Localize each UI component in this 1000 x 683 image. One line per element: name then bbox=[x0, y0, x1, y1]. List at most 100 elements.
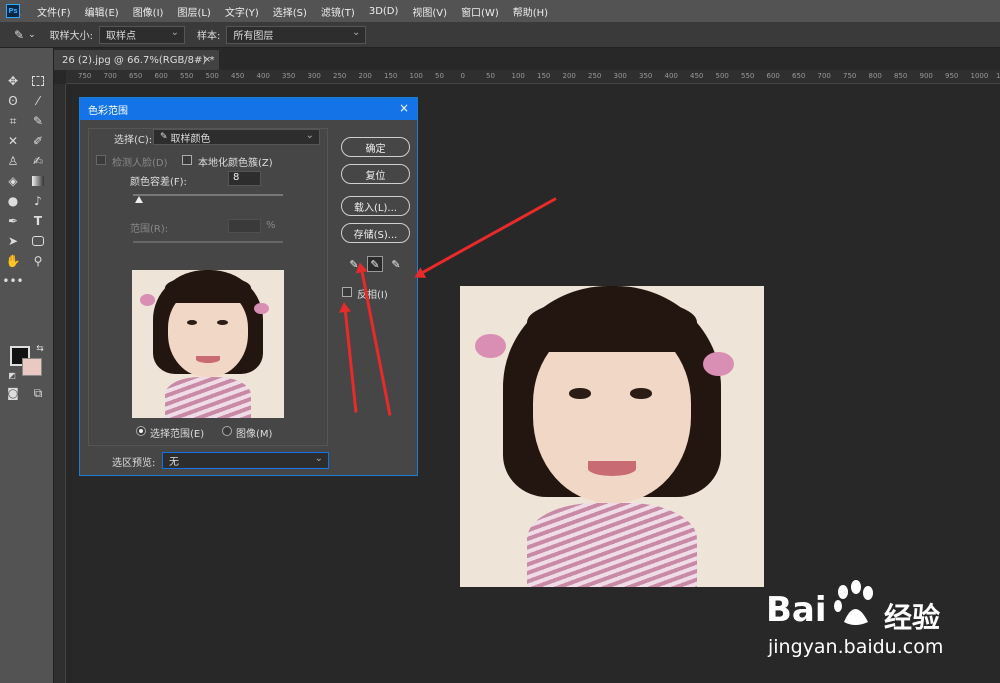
fuzziness-slider-thumb[interactable] bbox=[135, 196, 143, 203]
menu-image[interactable]: 图像(I) bbox=[126, 4, 171, 19]
shape-tool-icon[interactable] bbox=[28, 232, 48, 250]
more-tools-icon[interactable]: ••• bbox=[2, 272, 23, 290]
selection-radio-label: 选择范围(E) bbox=[150, 429, 205, 440]
ruler-tick-label: 650 bbox=[129, 72, 143, 80]
detect-faces-label: 检测人脸(D) bbox=[112, 158, 168, 169]
ruler-tick-label: 400 bbox=[664, 72, 678, 80]
zoom-tool-icon[interactable]: ⚲ bbox=[28, 252, 48, 270]
menu-view[interactable]: 视图(V) bbox=[405, 4, 454, 19]
ruler-tick-label: 950 bbox=[945, 72, 959, 80]
image-radio[interactable] bbox=[222, 426, 232, 436]
pen-tool-icon[interactable]: ✒ bbox=[3, 212, 23, 230]
select-label: 选择(C): bbox=[114, 135, 153, 146]
ruler-tick-label: 0 bbox=[460, 72, 465, 80]
menu-help[interactable]: 帮助(H) bbox=[506, 4, 555, 19]
ruler-tick-label: 800 bbox=[868, 72, 882, 80]
ruler-tick-label: 200 bbox=[562, 72, 576, 80]
ruler-tick-label: 150 bbox=[384, 72, 398, 80]
close-icon[interactable]: × bbox=[399, 101, 409, 115]
add-to-sample-eyedropper-icon[interactable]: ✎ bbox=[367, 256, 383, 272]
ruler-tick-label: 750 bbox=[843, 72, 857, 80]
menu-file[interactable]: 文件(F) bbox=[30, 4, 78, 19]
document-tab-bar: 26 (2).jpg @ 66.7%(RGB/8#) * × bbox=[54, 48, 1000, 70]
gradient-tool-icon[interactable] bbox=[28, 172, 48, 190]
fuzziness-slider-track[interactable] bbox=[133, 194, 283, 196]
ruler-tick-label: 500 bbox=[715, 72, 729, 80]
dialog-title: 色彩范围 bbox=[88, 105, 128, 117]
eyedropper-tool-icon[interactable]: ✎ bbox=[14, 28, 24, 42]
select-dropdown[interactable]: ✎ 取样颜色 bbox=[153, 129, 320, 145]
document-tab[interactable]: 26 (2).jpg @ 66.7%(RGB/8#) * × bbox=[54, 50, 219, 70]
localized-color-checkbox[interactable] bbox=[182, 155, 192, 165]
dialog-title-bar: 色彩范围 × bbox=[80, 98, 417, 120]
history-brush-icon[interactable]: ✍ bbox=[28, 152, 48, 170]
blur-tool-icon[interactable]: ● bbox=[3, 192, 23, 210]
marquee-tool-icon[interactable] bbox=[28, 72, 48, 90]
dodge-tool-icon[interactable]: ♪ bbox=[28, 192, 48, 210]
eyedropper-tool-icon[interactable]: ✎ bbox=[28, 112, 48, 130]
load-button[interactable]: 载入(L)... bbox=[341, 196, 410, 216]
brush-tool-icon[interactable]: ✐ bbox=[28, 132, 48, 150]
menu-bar: Ps 文件(F) 编辑(E) 图像(I) 图层(L) 文字(Y) 选择(S) 滤… bbox=[0, 0, 1000, 22]
invert-label: 反相(I) bbox=[357, 290, 388, 301]
swap-colors-icon[interactable]: ⇆ bbox=[30, 340, 50, 358]
default-colors-icon[interactable]: ◩ bbox=[2, 366, 22, 384]
crop-tool-icon[interactable]: ⌗ bbox=[3, 112, 23, 130]
ruler-tick-label: 300 bbox=[613, 72, 627, 80]
range-slider-track[interactable] bbox=[133, 241, 283, 243]
menu-layer[interactable]: 图层(L) bbox=[170, 4, 217, 19]
background-color-swatch[interactable] bbox=[22, 358, 42, 376]
path-select-tool-icon[interactable]: ➤ bbox=[3, 232, 23, 250]
selection-preview-label: 选区预览: bbox=[112, 458, 156, 469]
menu-edit[interactable]: 编辑(E) bbox=[78, 4, 126, 19]
selection-preview-select[interactable]: 无 bbox=[162, 452, 329, 469]
fuzziness-value: 8 bbox=[233, 172, 240, 183]
detect-faces-checkbox[interactable] bbox=[96, 155, 106, 165]
lasso-tool-icon[interactable]: ʘ bbox=[3, 92, 23, 110]
watermark-brand-right: 经验 bbox=[884, 601, 941, 634]
watermark-url: jingyan.baidu.com bbox=[768, 636, 944, 658]
options-bar: ✎ ⌄ 取样大小: 取样点 样本: 所有图层 bbox=[0, 22, 1000, 48]
document-tab-title: 26 (2).jpg @ 66.7%(RGB/8#) * bbox=[62, 54, 215, 66]
subtract-from-sample-eyedropper-icon[interactable]: ✎ bbox=[388, 256, 404, 272]
ruler-tick-label: 250 bbox=[588, 72, 602, 80]
menu-3d[interactable]: 3D(D) bbox=[362, 6, 406, 17]
invert-checkbox[interactable] bbox=[342, 287, 352, 297]
type-tool-icon[interactable]: T bbox=[28, 212, 48, 230]
ruler-tick-label: 450 bbox=[231, 72, 245, 80]
close-tab-icon[interactable]: × bbox=[203, 55, 211, 65]
ok-button[interactable]: 确定 bbox=[341, 137, 410, 157]
tool-preset-chevron-icon[interactable]: ⌄ bbox=[28, 30, 36, 40]
screen-mode-icon[interactable]: ⧉ bbox=[28, 384, 48, 402]
ruler-tick-label: 200 bbox=[358, 72, 372, 80]
range-unit: % bbox=[266, 220, 276, 231]
reset-button[interactable]: 复位 bbox=[341, 164, 410, 184]
magic-wand-tool-icon[interactable]: ⁄ bbox=[28, 92, 48, 110]
sample-size-select[interactable]: 取样点 bbox=[98, 25, 185, 44]
sample-select[interactable]: 所有图层 bbox=[226, 25, 367, 44]
ruler-tick-label: 500 bbox=[205, 72, 219, 80]
save-button[interactable]: 存储(S)... bbox=[341, 223, 410, 243]
menu-filter[interactable]: 滤镜(T) bbox=[314, 4, 362, 19]
ruler-tick-label: 700 bbox=[817, 72, 831, 80]
baidu-paw-logo bbox=[834, 580, 873, 625]
selection-radio[interactable] bbox=[136, 426, 146, 436]
move-tool-icon[interactable]: ✥ bbox=[3, 72, 23, 90]
menu-select[interactable]: 选择(S) bbox=[266, 4, 314, 19]
select-value: 取样颜色 bbox=[170, 133, 211, 145]
horizontal-ruler: 750 700 650 600 550 500 450 400 350 300 250 200 150 1… bbox=[66, 70, 1000, 84]
range-input[interactable] bbox=[228, 219, 261, 233]
sample-size-label: 取样大小: bbox=[49, 31, 93, 42]
menu-type[interactable]: 文字(Y) bbox=[218, 4, 266, 19]
ruler-tick-label: 600 bbox=[154, 72, 168, 80]
quick-mask-icon[interactable]: ◙ bbox=[3, 384, 23, 402]
stamp-tool-icon[interactable]: ♙ bbox=[3, 152, 23, 170]
canvas-image bbox=[460, 286, 764, 587]
hand-tool-icon[interactable]: ✋ bbox=[3, 252, 23, 270]
fuzziness-input[interactable]: 8 bbox=[228, 171, 261, 186]
healing-tool-icon[interactable]: ✕ bbox=[3, 132, 23, 150]
ruler-tick-label: 400 bbox=[256, 72, 270, 80]
eraser-tool-icon[interactable]: ◈ bbox=[3, 172, 23, 190]
menu-window[interactable]: 窗口(W) bbox=[454, 4, 506, 19]
eyedropper-icon: ✎ bbox=[160, 132, 168, 142]
